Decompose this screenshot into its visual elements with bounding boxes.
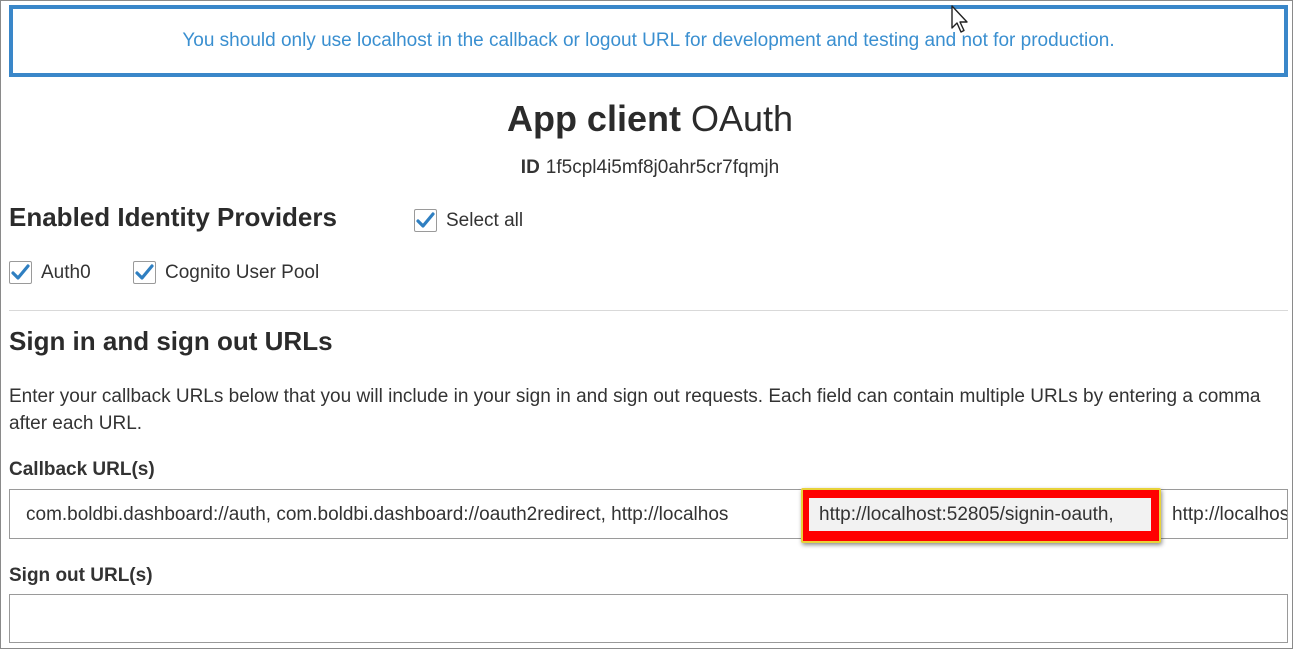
sign-out-urls-input[interactable] [9, 594, 1288, 643]
enabled-identity-providers-heading: Enabled Identity Providers [9, 202, 337, 232]
sign-in-sign-out-heading: Sign in and sign out URLs [9, 326, 333, 356]
callback-value-suffix: http://localhos [1172, 504, 1288, 525]
callback-value-suffix-wrap: http://localhos [1172, 504, 1288, 526]
section-divider [9, 310, 1288, 311]
title-client-name: OAuth [690, 98, 794, 139]
provider-auth0-checkbox[interactable]: Auth0 [9, 261, 91, 284]
select-all-checkbox[interactable]: Select all [414, 209, 523, 232]
callback-highlighted-url: http://localhost:52805/signin-oauth, [809, 498, 1151, 531]
localhost-warning-alert: You should only use localhost in the cal… [9, 5, 1288, 77]
sign-out-urls-label: Sign out URL(s) [9, 565, 153, 586]
callback-value-prefix: com.boldbi.dashboard://auth, com.boldbi.… [26, 504, 729, 525]
checkbox-cognito-user-pool[interactable] [133, 261, 156, 284]
callback-urls-label: Callback URL(s) [9, 459, 155, 480]
mouse-pointer-icon [951, 5, 968, 33]
select-all-label: Select all [446, 209, 524, 231]
app-client-id: ID 1f5cpl4i5mf8j0ahr5cr7fqmjh [0, 157, 1293, 179]
checkbox-select-all[interactable] [414, 209, 437, 232]
sign-urls-description: Enter your callback URLs below that you … [9, 386, 1261, 434]
provider-label: Auth0 [41, 261, 91, 283]
title-bold: App client [506, 98, 681, 139]
checkbox-auth0[interactable] [9, 261, 32, 284]
callback-urls-value: com.boldbi.dashboard://auth, com.boldbi.… [26, 504, 728, 526]
page-title: App client OAuth [0, 98, 1293, 140]
provider-cognito-checkbox[interactable]: Cognito User Pool [133, 261, 319, 284]
alert-message: You should only use localhost in the cal… [182, 30, 1115, 51]
id-value: 1f5cpl4i5mf8j0ahr5cr7fqmjh [545, 157, 780, 178]
checkmark-icon [11, 264, 30, 280]
checkmark-icon [416, 212, 435, 228]
checkmark-icon [135, 264, 154, 280]
provider-label: Cognito User Pool [165, 261, 320, 283]
id-label: ID [520, 157, 540, 178]
